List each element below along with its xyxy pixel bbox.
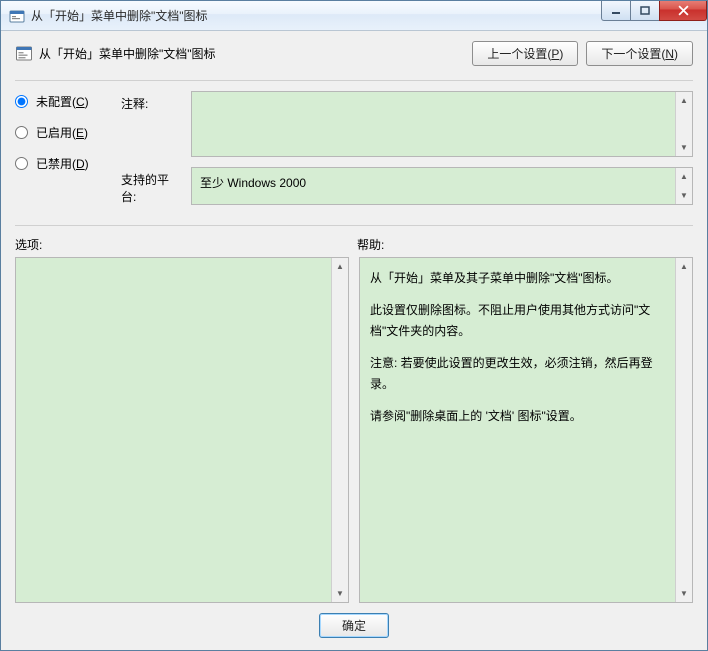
- window-controls: [602, 1, 707, 21]
- window-title: 从「开始」菜单中删除"文档"图标: [31, 7, 208, 24]
- separator: [15, 80, 693, 81]
- ok-button[interactable]: 确定: [319, 613, 389, 638]
- footer: 确定: [15, 603, 693, 638]
- separator-2: [15, 225, 693, 226]
- comment-field[interactable]: ▲ ▼: [191, 91, 693, 157]
- radio-disabled[interactable]: 已禁用(D): [15, 155, 103, 172]
- policy-editor-window: 从「开始」菜单中删除"文档"图标: [0, 0, 708, 651]
- help-label: 帮助:: [351, 236, 693, 253]
- help-paragraph: 请参阅"删除桌面上的 '文档' 图标"设置。: [370, 406, 672, 426]
- titlebar: 从「开始」菜单中删除"文档"图标: [1, 1, 707, 31]
- radio-disabled-input[interactable]: [15, 157, 28, 170]
- platform-value: 至少 Windows 2000: [200, 174, 306, 191]
- radio-enabled-input[interactable]: [15, 126, 28, 139]
- next-setting-button[interactable]: 下一个设置(N): [586, 41, 693, 66]
- platform-row: 支持的平台: 至少 Windows 2000 ▲ ▼: [121, 167, 693, 205]
- radio-not-configured[interactable]: 未配置(C): [15, 93, 103, 110]
- help-paragraph: 此设置仅删除图标。不阻止用户使用其他方式访问"文档"文件夹的内容。: [370, 300, 672, 341]
- comment-label: 注释:: [121, 91, 183, 112]
- scroll-up-icon[interactable]: ▲: [676, 258, 692, 275]
- help-pane: 从「开始」菜单及其子菜单中删除"文档"图标。 此设置仅删除图标。不阻止用户使用其…: [359, 257, 693, 603]
- client-area: 从「开始」菜单中删除"文档"图标 上一个设置(P) 下一个设置(N) 未配置(C…: [1, 31, 707, 650]
- policy-icon: [15, 45, 33, 63]
- section-labels: 选项: 帮助:: [15, 236, 693, 253]
- state-radio-group: 未配置(C) 已启用(E) 已禁用(D): [15, 91, 103, 205]
- help-paragraph: 注意: 若要使此设置的更改生效，必须注销，然后再登录。: [370, 353, 672, 394]
- scroll-down-icon[interactable]: ▼: [332, 585, 348, 602]
- help-text: 从「开始」菜单及其子菜单中删除"文档"图标。 此设置仅删除图标。不阻止用户使用其…: [370, 268, 672, 426]
- scroll-up-icon[interactable]: ▲: [676, 92, 692, 109]
- minimize-button[interactable]: [601, 1, 631, 21]
- options-scrollbar[interactable]: ▲ ▼: [331, 258, 348, 602]
- nav-buttons: 上一个设置(P) 下一个设置(N): [472, 41, 693, 66]
- help-scrollbar[interactable]: ▲ ▼: [675, 258, 692, 602]
- scroll-up-icon[interactable]: ▲: [332, 258, 348, 275]
- options-pane: ▲ ▼: [15, 257, 349, 603]
- setting-title: 从「开始」菜单中删除"文档"图标: [39, 45, 216, 62]
- fields-column: 注释: ▲ ▼ 支持的平台: 至少 Windows 2000 ▲: [121, 91, 693, 205]
- options-label: 选项:: [15, 236, 351, 253]
- previous-setting-button[interactable]: 上一个设置(P): [472, 41, 578, 66]
- maximize-button[interactable]: [630, 1, 660, 21]
- app-icon: [9, 8, 25, 24]
- header-left: 从「开始」菜单中删除"文档"图标: [15, 45, 216, 63]
- platform-label: 支持的平台:: [121, 167, 183, 205]
- close-button[interactable]: [659, 1, 707, 21]
- panes-row: ▲ ▼ 从「开始」菜单及其子菜单中删除"文档"图标。 此设置仅删除图标。不阻止用…: [15, 257, 693, 603]
- scroll-down-icon[interactable]: ▼: [676, 139, 692, 156]
- scroll-down-icon[interactable]: ▼: [676, 187, 692, 204]
- scroll-up-icon[interactable]: ▲: [676, 168, 692, 185]
- help-paragraph: 从「开始」菜单及其子菜单中删除"文档"图标。: [370, 268, 672, 288]
- radio-not-configured-input[interactable]: [15, 95, 28, 108]
- scroll-down-icon[interactable]: ▼: [676, 585, 692, 602]
- config-block: 未配置(C) 已启用(E) 已禁用(D) 注释: ▲: [15, 91, 693, 205]
- header-row: 从「开始」菜单中删除"文档"图标 上一个设置(P) 下一个设置(N): [15, 41, 693, 66]
- comment-scrollbar[interactable]: ▲ ▼: [675, 92, 692, 156]
- radio-enabled[interactable]: 已启用(E): [15, 124, 103, 141]
- platform-scrollbar[interactable]: ▲ ▼: [675, 168, 692, 204]
- platform-field: 至少 Windows 2000 ▲ ▼: [191, 167, 693, 205]
- comment-row: 注释: ▲ ▼: [121, 91, 693, 157]
